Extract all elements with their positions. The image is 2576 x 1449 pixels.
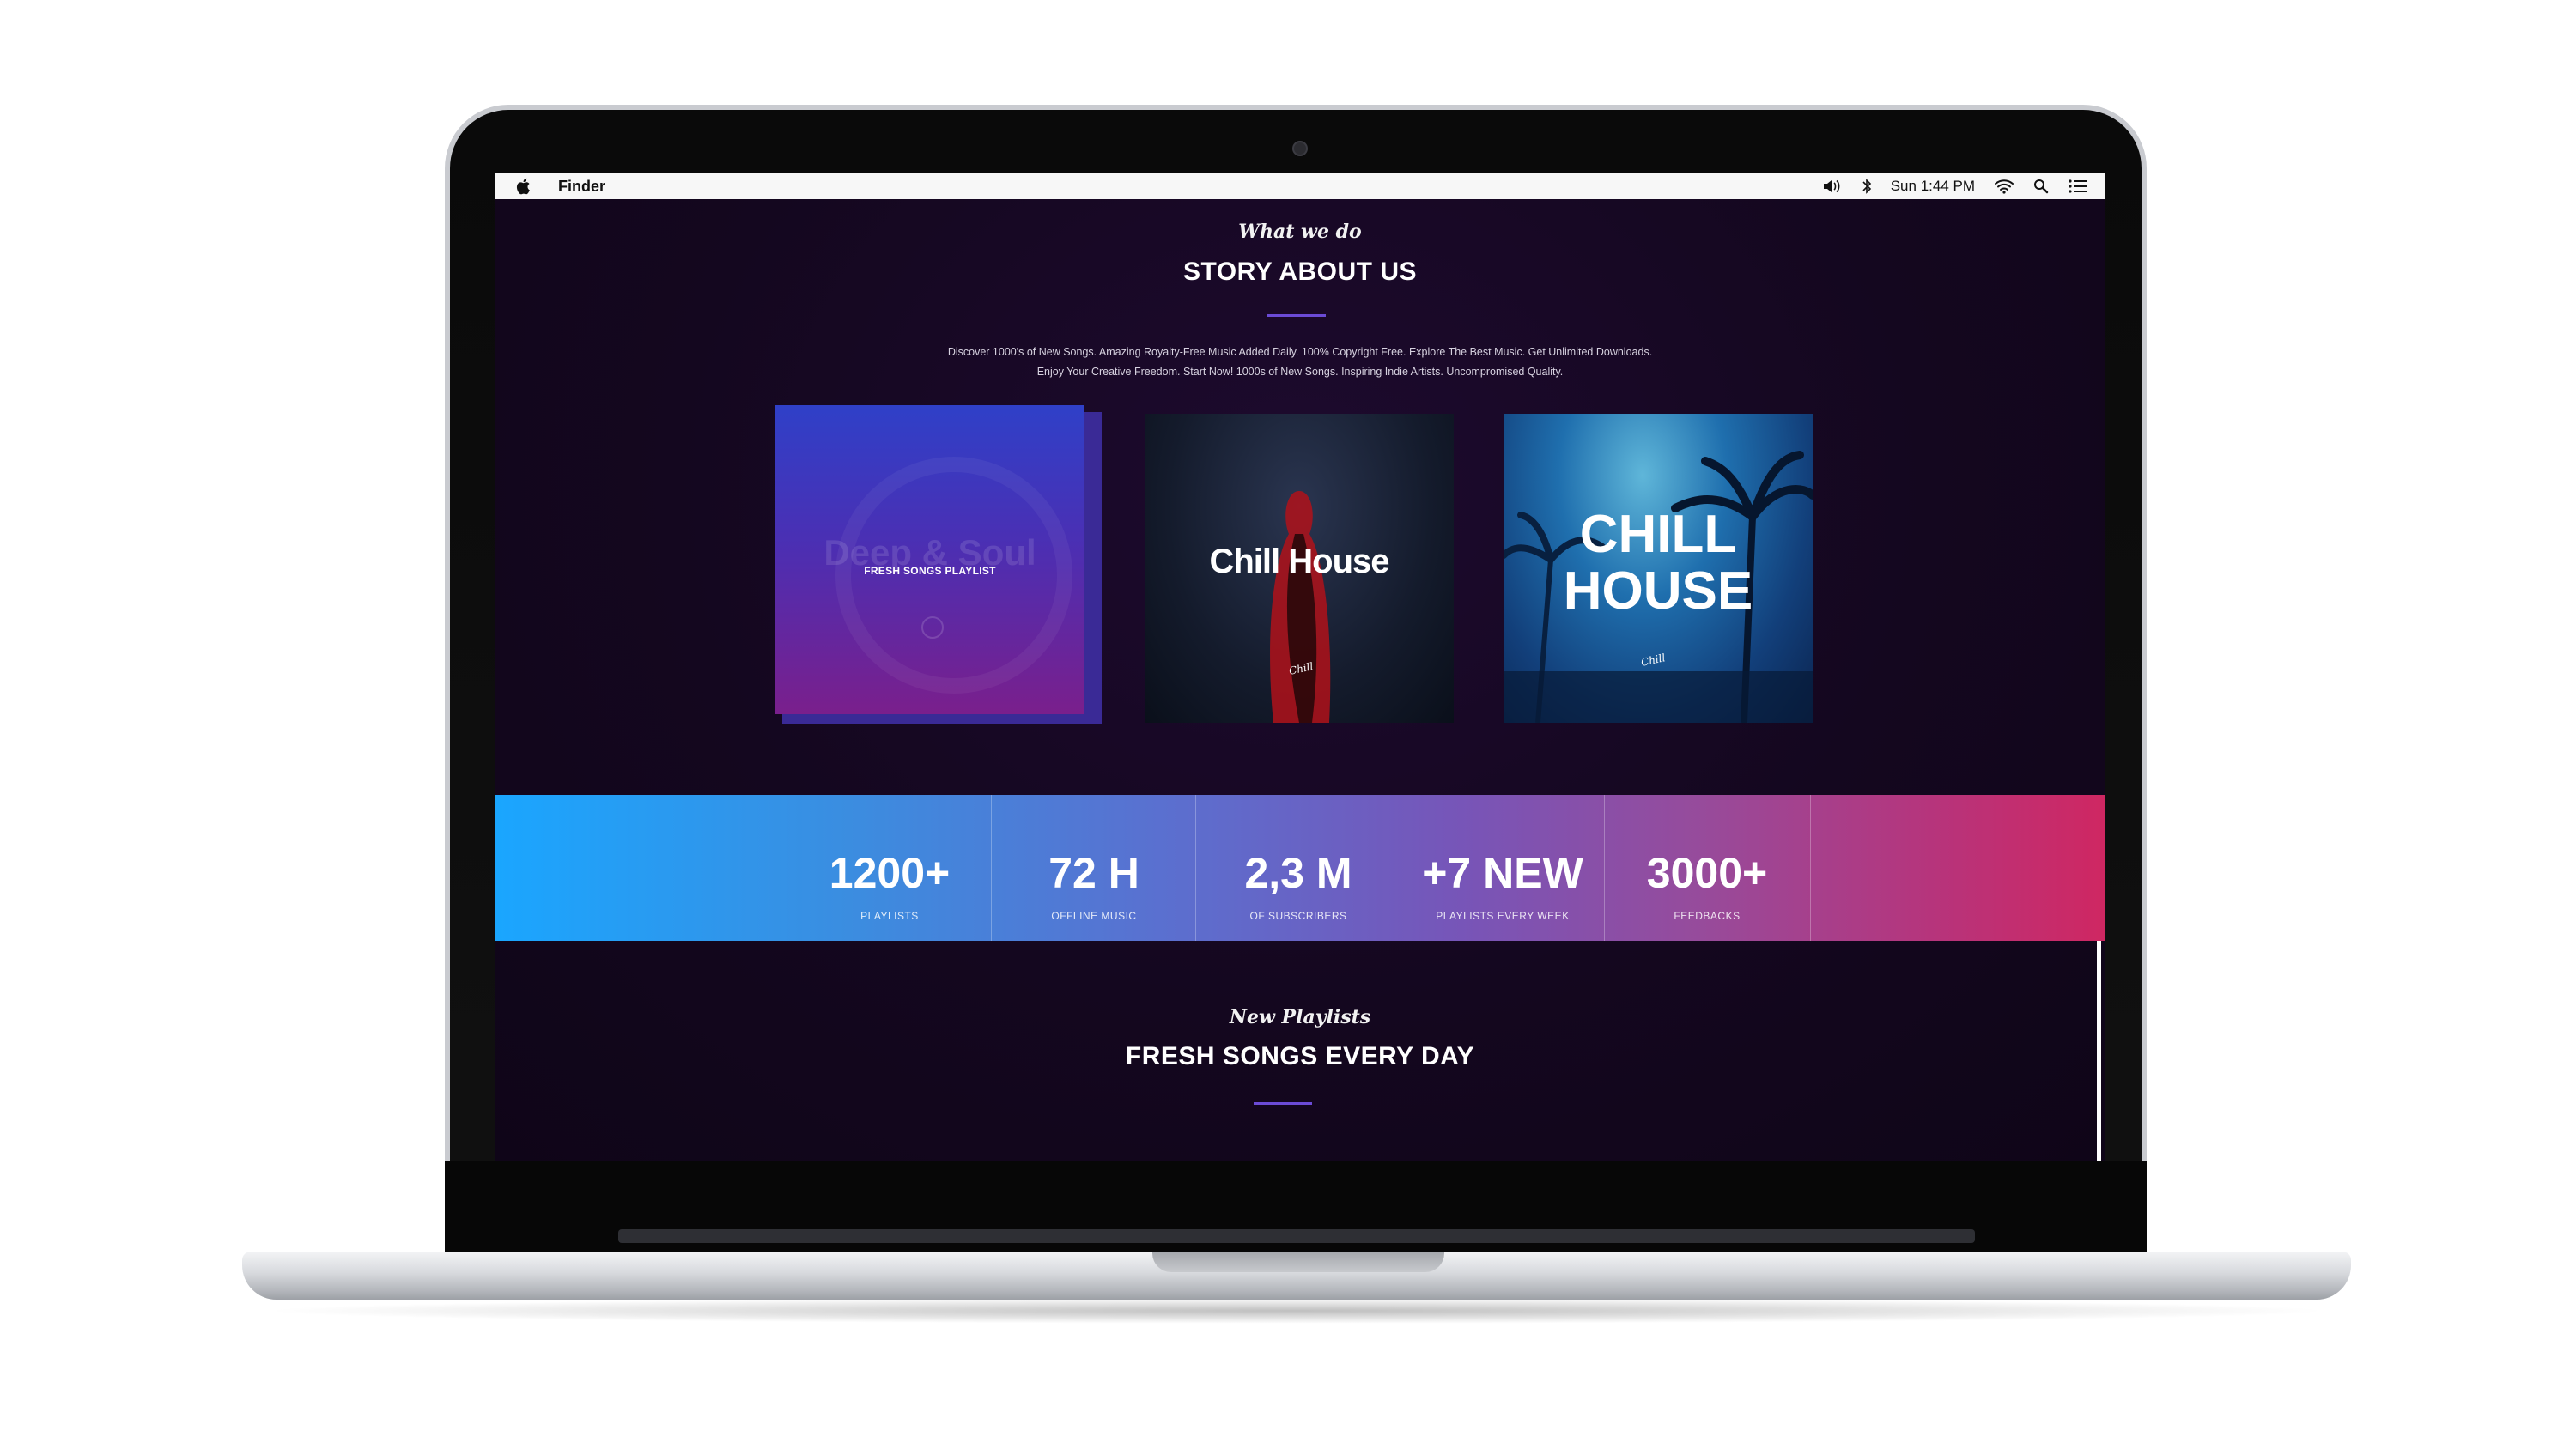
menu-bar: Finder Sun 1:44 PM bbox=[495, 173, 2105, 200]
stat-value: 1200+ bbox=[829, 849, 951, 897]
playlists-script-title: New Playlists bbox=[1229, 1006, 1371, 1028]
about-heading: STORY ABOUT US bbox=[1182, 258, 1418, 286]
menu-app-name[interactable]: Finder bbox=[558, 178, 605, 196]
laptop-hinge bbox=[618, 1229, 1975, 1243]
stat-value: 72 H bbox=[1048, 849, 1139, 897]
camera-icon bbox=[1292, 141, 1308, 156]
about-intro-line-1: Discover 1000's of New Songs. Amazing Ro… bbox=[947, 346, 1653, 358]
stat-value: +7 NEW bbox=[1422, 849, 1583, 897]
scrollbar[interactable] bbox=[2097, 941, 2101, 1161]
laptop-shadow bbox=[258, 1298, 2336, 1324]
search-icon[interactable] bbox=[2033, 179, 2049, 194]
volume-icon[interactable] bbox=[1822, 179, 1843, 194]
album-title-line-2: HOUSE bbox=[1563, 561, 1753, 621]
album-art-figure bbox=[1270, 491, 1331, 723]
playlists-heading: FRESH SONGS EVERY DAY bbox=[1125, 1042, 1475, 1070]
screen: Finder Sun 1:44 PM What we do STORY ABOU… bbox=[495, 173, 2105, 1161]
stat-label: OF SUBSCRIBERS bbox=[1249, 910, 1347, 922]
web-page: What we do STORY ABOUT US Discover 1000'… bbox=[495, 199, 2105, 1161]
stat-value: 3000+ bbox=[1646, 849, 1768, 897]
stat-label: PLAYLISTS bbox=[860, 910, 919, 922]
menu-status-area: Sun 1:44 PM bbox=[1822, 176, 2088, 197]
stat-subscribers: 2,3 M OF SUBSCRIBERS bbox=[1195, 795, 1400, 941]
bluetooth-icon[interactable] bbox=[1862, 178, 1872, 195]
playlists-heading-underline bbox=[1254, 1102, 1312, 1105]
album-label: FRESH SONGS PLAYLIST bbox=[864, 565, 996, 577]
stats-banner: 1200+ PLAYLISTS 72 H OFFLINE MUSIC 2,3 M… bbox=[495, 795, 2105, 941]
about-heading-underline bbox=[1267, 314, 1326, 317]
stat-label: PLAYLISTS EVERY WEEK bbox=[1436, 910, 1570, 922]
stat-feedbacks: 3000+ FEEDBACKS bbox=[1604, 795, 1809, 941]
stat-offline-music: 72 H OFFLINE MUSIC bbox=[991, 795, 1196, 941]
album-title-line-1: CHILL bbox=[1579, 505, 1737, 564]
laptop-notch bbox=[1152, 1252, 1444, 1272]
album-card-chill-house-caps[interactable]: CHILL HOUSE Chill bbox=[1504, 414, 1813, 723]
list-icon[interactable] bbox=[2068, 179, 2088, 194]
about-intro-line-2: Enjoy Your Creative Freedom. Start Now! … bbox=[1036, 366, 1564, 378]
apple-icon[interactable] bbox=[515, 177, 532, 196]
album-card-chill-house[interactable]: Chill House Chill bbox=[1145, 414, 1454, 723]
album-play-icon bbox=[921, 616, 944, 639]
stat-new-playlists: +7 NEW PLAYLISTS EVERY WEEK bbox=[1400, 795, 1605, 941]
stat-label: FEEDBACKS bbox=[1674, 910, 1741, 922]
stat-playlists: 1200+ PLAYLISTS bbox=[787, 795, 992, 941]
album-title: Chill House bbox=[1209, 543, 1389, 580]
wifi-icon[interactable] bbox=[1994, 179, 2014, 194]
album-title-caps: CHILL HOUSE bbox=[1504, 506, 1813, 620]
about-script-title: What we do bbox=[1238, 221, 1362, 243]
stat-value: 2,3 M bbox=[1244, 849, 1352, 897]
stat-divider bbox=[1810, 795, 1811, 941]
stat-label: OFFLINE MUSIC bbox=[1051, 910, 1137, 922]
album-card-fresh-songs[interactable]: Deep & Soul FRESH SONGS PLAYLIST bbox=[775, 405, 1084, 714]
menu-clock[interactable]: Sun 1:44 PM bbox=[1891, 178, 1975, 195]
stage: Finder Sun 1:44 PM What we do STORY ABOU… bbox=[0, 0, 2576, 1449]
